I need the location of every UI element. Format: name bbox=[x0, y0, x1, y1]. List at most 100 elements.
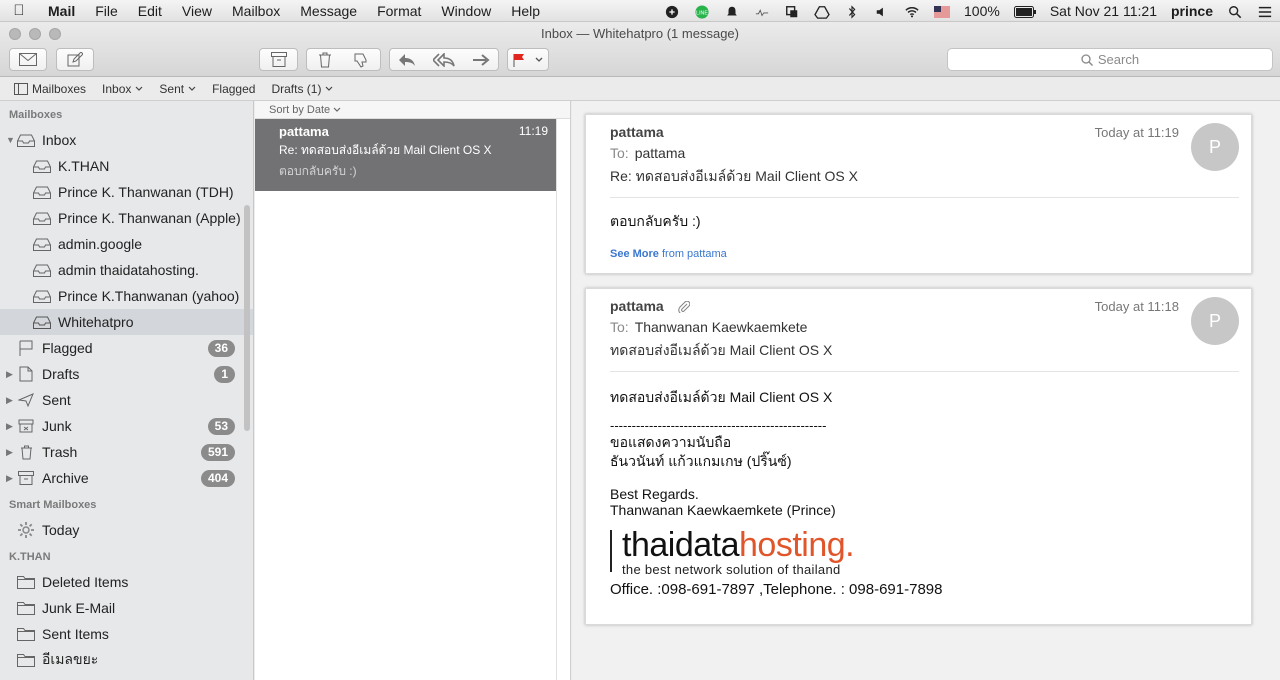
sidebar-scrollbar[interactable] bbox=[244, 205, 250, 431]
chevron-down-icon bbox=[333, 107, 341, 112]
apple-menu-icon[interactable]:  bbox=[0, 2, 38, 19]
fav-inbox[interactable]: Inbox bbox=[94, 82, 151, 96]
sidebar-item-deleted-items[interactable]: Deleted Items bbox=[0, 569, 253, 595]
body-line: Best Regards. bbox=[610, 486, 699, 502]
wifi-icon[interactable] bbox=[897, 3, 927, 19]
unread-count-badge: 404 bbox=[200, 469, 235, 487]
sidebar-item-sent[interactable]: ▶ Sent bbox=[0, 387, 253, 413]
activity-icon[interactable] bbox=[747, 3, 777, 19]
disclosure-open-icon[interactable]: ▼ bbox=[6, 135, 15, 145]
bluetooth-icon[interactable] bbox=[837, 3, 867, 19]
volume-icon[interactable] bbox=[867, 3, 897, 19]
logo-bar bbox=[610, 530, 612, 572]
search-field[interactable]: Search bbox=[947, 48, 1273, 71]
fav-sent[interactable]: Sent bbox=[151, 82, 204, 96]
compose-button[interactable] bbox=[56, 48, 94, 71]
disclosure-closed-icon[interactable]: ▶ bbox=[6, 421, 13, 432]
sidebar-account-admin-thaidatahosting[interactable]: admin thaidatahosting. bbox=[0, 257, 253, 283]
sidebar-item-archive[interactable]: ▶ Archive 404 bbox=[0, 465, 253, 491]
trash-icon[interactable] bbox=[318, 52, 332, 68]
fav-drafts[interactable]: Drafts (1) bbox=[263, 82, 341, 96]
sidebar-account-kthan[interactable]: K.THAN bbox=[0, 153, 253, 179]
message-card-original: pattama Today at 11:18 P To: Thanwanan Ka… bbox=[585, 288, 1252, 625]
recipient-name[interactable]: pattama bbox=[635, 145, 686, 161]
menu-edit[interactable]: Edit bbox=[128, 0, 172, 22]
sidebar-item-junk[interactable]: ▶ Junk 53 bbox=[0, 413, 253, 439]
mailboxes-header: Mailboxes bbox=[9, 109, 63, 121]
message-card-reply: pattama Today at 11:19 P To: pattama Re: … bbox=[585, 114, 1252, 274]
inbox-tray-icon bbox=[33, 236, 51, 252]
forward-icon[interactable] bbox=[472, 53, 490, 67]
menu-file[interactable]: File bbox=[85, 0, 128, 22]
google-drive-icon[interactable] bbox=[807, 3, 837, 19]
status-icon[interactable] bbox=[657, 3, 687, 19]
us-flag-icon[interactable] bbox=[927, 3, 957, 19]
sidebar-item-trash[interactable]: ▶ Trash 591 bbox=[0, 439, 253, 465]
message-sender[interactable]: pattama bbox=[610, 124, 664, 140]
recipient-name[interactable]: Thanwanan Kaewkaemkete bbox=[635, 319, 808, 335]
disclosure-closed-icon[interactable]: ▶ bbox=[6, 447, 13, 458]
sidebar-item-thai-junk[interactable]: อีเมลขยะ bbox=[0, 647, 253, 673]
menu-app[interactable]: Mail bbox=[38, 0, 85, 22]
fav-flagged-label: Flagged bbox=[212, 81, 256, 96]
sidebar-item-label: Junk E-Mail bbox=[42, 600, 116, 616]
smart-mailboxes-header: Smart Mailboxes bbox=[9, 499, 97, 511]
notification-center-icon[interactable] bbox=[1250, 3, 1280, 19]
sidebar-item-junk-email[interactable]: Junk E-Mail bbox=[0, 595, 253, 621]
menu-format[interactable]: Format bbox=[367, 0, 431, 22]
sidebar-item-label: admin thaidatahosting. bbox=[58, 262, 199, 278]
sidebar-item-label: Sent bbox=[42, 392, 71, 408]
search-placeholder: Search bbox=[1097, 52, 1140, 67]
sidebar-account-apple[interactable]: Prince K. Thanwanan (Apple) bbox=[0, 205, 253, 231]
sidebar-item-label: Drafts bbox=[42, 366, 80, 382]
line-app-icon[interactable]: LINE bbox=[687, 3, 717, 19]
draft-document-icon bbox=[17, 366, 35, 382]
see-more-link[interactable]: See More from pattama bbox=[610, 248, 727, 260]
sidebar-account-yahoo[interactable]: Prince K.Thanwanan (yahoo) bbox=[0, 283, 253, 309]
red-flag-icon bbox=[513, 53, 524, 67]
sidebar-icon bbox=[14, 82, 28, 95]
spotlight-icon[interactable] bbox=[1220, 3, 1250, 19]
sidebar-item-inbox[interactable]: ▼ Inbox bbox=[0, 127, 253, 153]
folder-icon bbox=[17, 600, 35, 616]
message-subject: Re: ทดสอบส่งอีเมล์ด้วย Mail Client OS X bbox=[279, 143, 492, 157]
clock[interactable]: Sat Nov 21 11:21 bbox=[1043, 3, 1164, 19]
sidebar-item-label: Junk bbox=[42, 418, 72, 434]
flag-button[interactable] bbox=[507, 48, 549, 71]
junk-thumb-down-icon[interactable] bbox=[353, 52, 369, 68]
menu-mailbox[interactable]: Mailbox bbox=[222, 0, 290, 22]
mailboxes-toggle-button[interactable]: Mailboxes bbox=[0, 82, 94, 96]
sidebar-item-drafts[interactable]: ▶ Drafts 1 bbox=[0, 361, 253, 387]
screen-share-icon[interactable] bbox=[777, 3, 807, 19]
user-name[interactable]: prince bbox=[1164, 3, 1220, 19]
inbox-tray-icon bbox=[33, 210, 51, 226]
message-list-item[interactable]: pattama 11:19 Re: ทดสอบส่งอีเมล์ด้วย Mai… bbox=[255, 119, 556, 191]
notification-bell-icon[interactable] bbox=[717, 3, 747, 19]
menu-help[interactable]: Help bbox=[501, 0, 550, 22]
compose-icon bbox=[67, 51, 83, 66]
sort-by-button[interactable]: Sort by Date bbox=[255, 101, 570, 119]
reply-all-icon[interactable] bbox=[432, 52, 455, 67]
sender-name[interactable]: pattama bbox=[610, 298, 664, 314]
sidebar-item-sent-items[interactable]: Sent Items bbox=[0, 621, 253, 647]
message-sender: pattama bbox=[279, 124, 329, 139]
disclosure-closed-icon[interactable]: ▶ bbox=[6, 369, 13, 380]
get-mail-button[interactable] bbox=[9, 48, 47, 71]
reply-icon[interactable] bbox=[398, 53, 416, 67]
menu-window[interactable]: Window bbox=[431, 0, 501, 22]
fav-flagged[interactable]: Flagged bbox=[204, 82, 263, 96]
sidebar-item-today[interactable]: Today bbox=[0, 517, 253, 543]
sidebar-account-whitehatpro[interactable]: Whitehatpro bbox=[0, 309, 253, 335]
archive-button[interactable] bbox=[259, 48, 298, 71]
sidebar-item-flagged[interactable]: Flagged 36 bbox=[0, 335, 253, 361]
battery-icon[interactable] bbox=[1007, 3, 1043, 19]
disclosure-closed-icon[interactable]: ▶ bbox=[6, 395, 13, 406]
search-icon bbox=[1081, 53, 1093, 66]
disclosure-closed-icon[interactable]: ▶ bbox=[6, 473, 13, 484]
menu-view[interactable]: View bbox=[172, 0, 222, 22]
logo-data: data bbox=[674, 526, 740, 564]
menu-message[interactable]: Message bbox=[290, 0, 367, 22]
chevron-down-icon[interactable] bbox=[535, 57, 543, 63]
sidebar-account-admin-google[interactable]: admin.google bbox=[0, 231, 253, 257]
sidebar-account-tdh[interactable]: Prince K. Thanwanan (TDH) bbox=[0, 179, 253, 205]
